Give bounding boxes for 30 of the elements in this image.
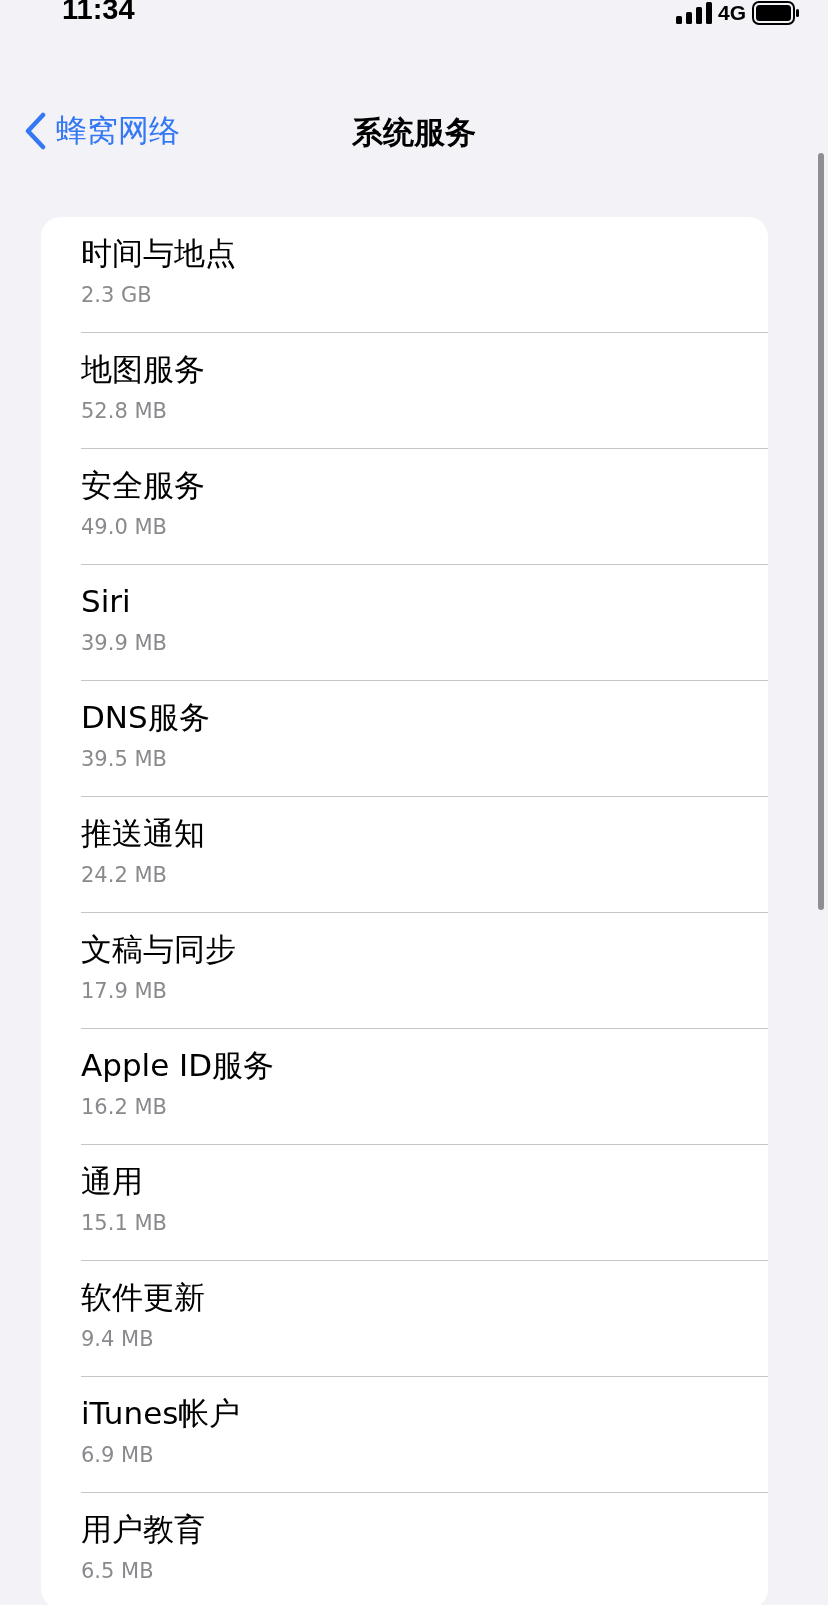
service-usage: 15.1 MB xyxy=(81,1210,168,1237)
service-name: 通用 xyxy=(81,1162,144,1201)
service-name: 文稿与同步 xyxy=(81,930,237,969)
network-type: 4G xyxy=(718,1,746,25)
service-usage: 52.8 MB xyxy=(81,398,168,425)
back-chevron-icon xyxy=(24,112,46,150)
service-name: Apple ID服务 xyxy=(81,1046,276,1085)
service-name: 安全服务 xyxy=(81,466,206,505)
service-name: 软件更新 xyxy=(81,1278,206,1317)
service-usage: 39.9 MB xyxy=(81,630,168,657)
service-usage: 9.4 MB xyxy=(81,1326,155,1353)
service-name: 用户教育 xyxy=(81,1510,206,1549)
service-name: DNS服务 xyxy=(81,698,211,737)
service-name: 时间与地点 xyxy=(81,234,237,273)
signal-icon xyxy=(676,2,712,24)
service-name: Siri xyxy=(81,582,132,621)
service-usage: 2.3 GB xyxy=(81,282,153,309)
service-usage: 39.5 MB xyxy=(81,746,168,773)
back-button[interactable]: 蜂窝网络 xyxy=(24,110,180,152)
service-usage: 17.9 MB xyxy=(81,978,168,1005)
battery-icon xyxy=(752,1,800,25)
service-name: 推送通知 xyxy=(81,814,206,853)
nav-title: 系统服务 xyxy=(352,113,476,152)
service-name: iTunes帐户 xyxy=(81,1394,242,1433)
service-usage: 16.2 MB xyxy=(81,1094,168,1121)
service-usage: 6.9 MB xyxy=(81,1442,155,1469)
service-usage: 6.5 MB xyxy=(81,1558,155,1585)
service-name: 地图服务 xyxy=(81,350,206,389)
service-usage: 49.0 MB xyxy=(81,514,168,541)
service-usage: 24.2 MB xyxy=(81,862,168,889)
